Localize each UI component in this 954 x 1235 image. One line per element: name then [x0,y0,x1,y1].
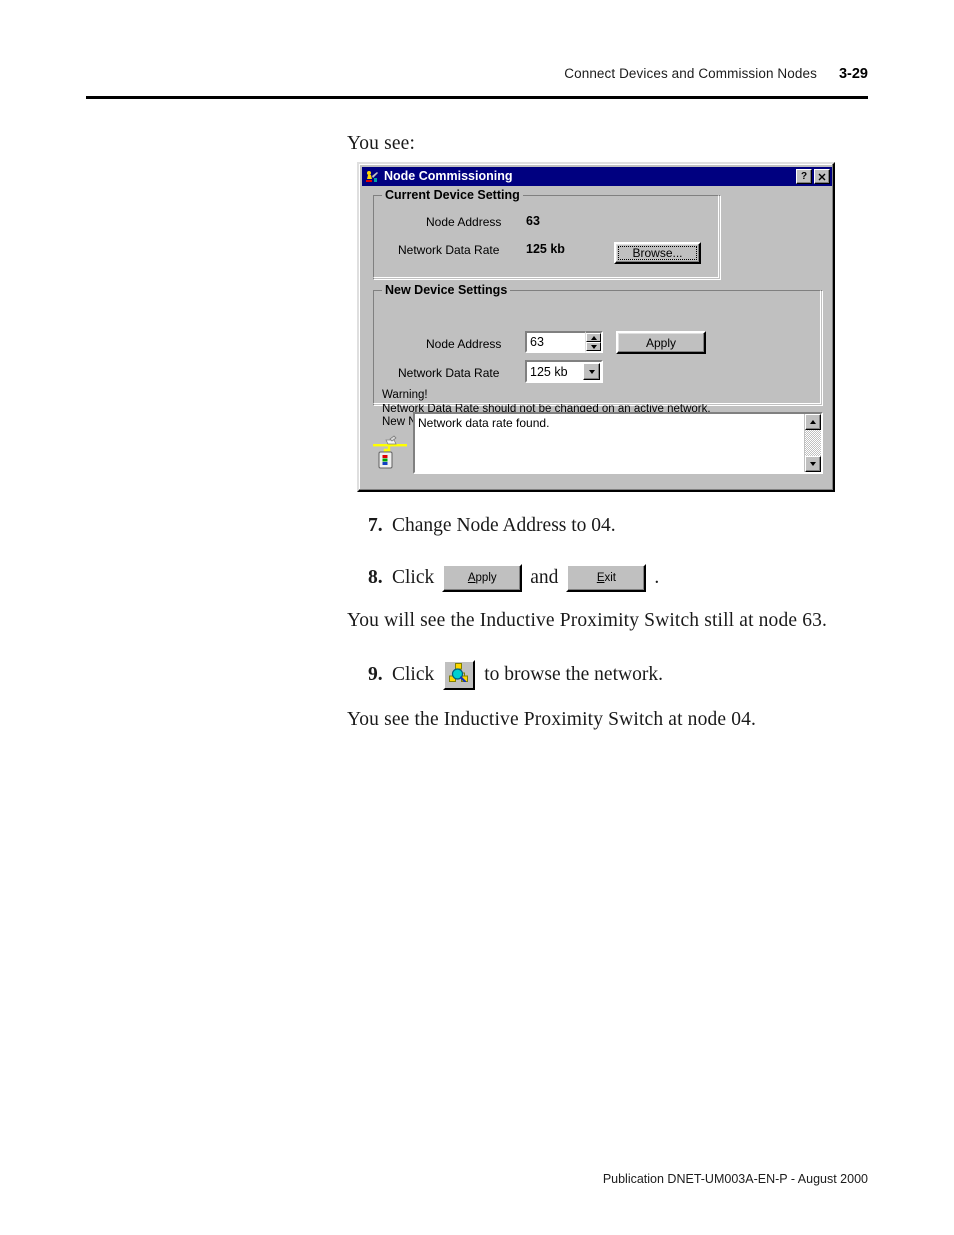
current-device-setting-legend: Current Device Setting [382,188,523,202]
step-8: 8. Click Apply and Exit . [368,564,659,592]
browse-network-icon-button[interactable] [443,660,476,690]
scroll-up-icon[interactable] [805,414,821,430]
chevron-down-icon[interactable] [583,363,600,380]
step-9-number: 9. [368,664,383,685]
inline-exit-label: Exit [597,572,616,584]
step-9-text-after: to browse the network. [484,664,663,685]
help-icon[interactable]: ? [796,169,812,184]
current-data-rate-value: 125 kb [526,242,565,256]
page-footer: Publication DNET-UM003A-EN-P - August 20… [602,1172,868,1186]
stepper-buttons [586,331,603,353]
step-7-number: 7. [368,515,383,536]
new-node-address-input[interactable]: 63 [525,331,586,353]
new-data-rate-value: 125 kb [530,364,568,379]
current-device-setting-group: Current Device Setting Node Address 63 N… [373,188,721,280]
inline-apply-label: Apply [468,572,497,584]
node-commissioning-dialog: Node Commissioning ? Current Device Sett… [357,162,835,492]
status-message-text: Network data rate found. [418,416,550,430]
header-divider-rule [86,96,868,99]
status-scrollbar[interactable] [804,414,821,472]
intro-you-see: You see: [347,133,416,154]
browse-network-icon [449,662,469,688]
paragraph-after-step-8: You will see the Inductive Proximity Swi… [347,610,828,631]
status-message-box: Network data rate found. [413,412,823,474]
dialog-title: Node Commissioning [384,169,513,184]
step-7: 7. Change Node Address to 04. [368,515,616,537]
new-device-settings-group: New Device Settings Node Address Network… [373,283,823,428]
step-7-text: Change Node Address to 04. [392,515,616,536]
browse-button[interactable]: Browse... [614,242,701,264]
inline-apply-mnemonic: A [467,572,476,584]
status-message-area: Network data rate found. [371,412,823,482]
current-node-address-label: Node Address [426,215,502,229]
inline-apply-button[interactable]: Apply [442,564,523,592]
inline-exit-rest: xit [604,572,616,584]
close-icon[interactable] [814,169,830,184]
node-commissioning-icon [364,168,380,185]
step-9: 9. Click to browse the network. [368,660,663,690]
devicenet-node-icon [373,430,407,470]
paragraph-after-step-9: You see the Inductive Proximity Switch a… [347,709,757,730]
dialog-titlebar-buttons: ? [796,169,830,184]
step-8-conjunction: and [530,567,559,588]
new-data-rate-select[interactable]: 125 kb [525,360,603,383]
inline-exit-button[interactable]: Exit [566,564,647,592]
apply-button-label: Apply [645,335,677,350]
apply-button[interactable]: Apply [616,331,706,354]
new-node-address-stepper[interactable]: 63 [525,331,603,353]
new-node-address-label: Node Address [426,337,502,351]
browse-button-label: Browse... [618,246,697,260]
inline-apply-rest: pply [475,572,497,584]
page-running-header: Connect Devices and Commission Nodes 3-2… [86,66,868,82]
scroll-down-icon[interactable] [805,456,821,472]
current-data-rate-label: Network Data Rate [398,243,500,257]
new-data-rate-label: Network Data Rate [398,366,500,380]
step-8-click-label: Click [392,567,435,588]
dialog-titlebar: Node Commissioning ? [362,167,832,186]
new-device-settings-legend: New Device Settings [382,283,511,297]
step-9-click-label: Click [392,664,435,685]
header-chapter-title: Connect Devices and Commission Nodes [564,66,817,81]
current-node-address-value: 63 [526,214,540,228]
stepper-down-icon[interactable] [586,342,601,351]
step-8-number: 8. [368,567,383,588]
header-page-number: 3-29 [838,66,868,82]
stepper-up-icon[interactable] [586,333,601,342]
step-8-trailing: . [654,567,660,588]
